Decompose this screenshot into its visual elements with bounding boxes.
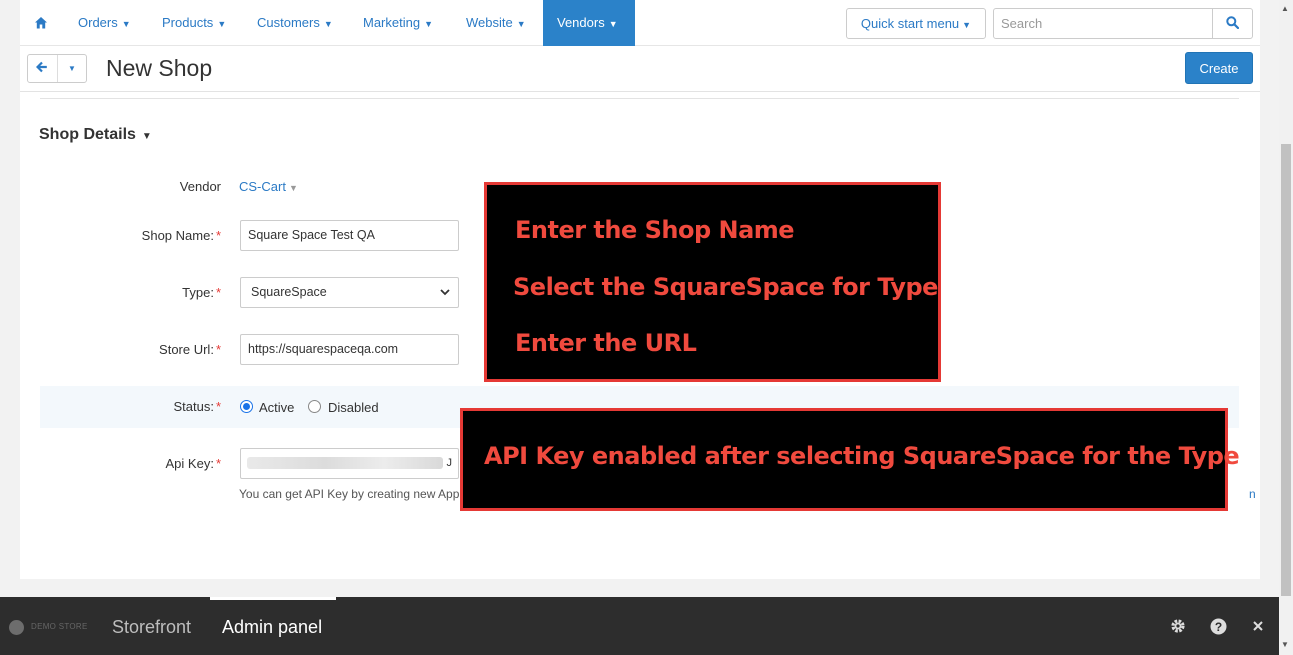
annotation-step-url: Enter the URL [515, 329, 697, 357]
shop-name-label: Shop Name: * [141, 228, 221, 243]
chevron-down-icon: ▼ [288, 183, 298, 193]
nav-products[interactable]: Products ▼ [148, 0, 240, 46]
chevron-down-icon: ▼ [121, 19, 131, 29]
title-bar: ▼ New Shop Create [20, 46, 1260, 92]
demo-store-label: DEMO STORE [31, 622, 88, 631]
chevron-down-icon: ▼ [424, 19, 433, 29]
status-active-radio[interactable] [240, 400, 253, 413]
gear-icon[interactable] [1169, 617, 1187, 635]
api-key-help-link[interactable]: n [1249, 487, 1256, 501]
annotation-step-shop-name: Enter the Shop Name [515, 216, 795, 244]
status-disabled-label: Disabled [328, 400, 379, 415]
chevron-down-icon: ▼ [962, 20, 972, 30]
api-key-help-text: You can get API Key by creating new App [239, 487, 460, 501]
nav-website[interactable]: Website ▼ [452, 0, 540, 46]
back-button-group: ▼ [27, 54, 87, 83]
annotation-api-key-note: API Key enabled after selecting SquareSp… [484, 442, 1240, 470]
divider [40, 98, 1239, 99]
shop-name-input[interactable]: Square Space Test QA [240, 220, 459, 251]
create-button[interactable]: Create [1185, 52, 1253, 84]
arrow-left-icon [36, 61, 48, 76]
nav-customers[interactable]: Customers ▼ [243, 0, 347, 46]
back-button[interactable] [28, 55, 57, 82]
chevron-down-icon: ▼ [516, 19, 526, 29]
svg-text:?: ? [1214, 619, 1221, 633]
status-label: Status: * [173, 399, 221, 414]
annotation-box-api-key: API Key enabled after selecting SquareSp… [460, 408, 1240, 511]
close-icon[interactable] [1249, 617, 1267, 635]
top-navigation: Orders ▼ Products ▼ Customers ▼ Marketing ▼ … [20, 0, 1260, 46]
type-select[interactable]: SquareSpace [240, 277, 459, 308]
chevron-down-icon: ▼ [608, 19, 618, 29]
status-disabled-radio[interactable] [308, 400, 321, 413]
active-tab-indicator [210, 597, 336, 600]
page-title: New Shop [106, 55, 213, 81]
nav-marketing[interactable]: Marketing ▼ [349, 0, 447, 46]
store-url-label: Store Url: * [159, 342, 221, 357]
chevron-down-icon: ▼ [141, 131, 152, 142]
section-title-shop-details[interactable]: Shop Details ▼ [39, 126, 152, 144]
quick-start-menu-button[interactable]: Quick start menu ▼ [846, 8, 986, 39]
annotation-step-type: Select the SquareSpace for Type [513, 273, 938, 301]
storefront-link[interactable]: Storefront [112, 617, 191, 638]
help-icon[interactable]: ? [1209, 617, 1227, 635]
chevron-down-icon: ▼ [217, 19, 227, 29]
nav-vendors[interactable]: Vendors ▼ [543, 0, 635, 46]
vendor-dropdown[interactable]: CS-Cart ▼ [239, 179, 298, 194]
search-button[interactable] [1212, 8, 1253, 39]
scroll-down-icon[interactable]: ▼ [1281, 640, 1289, 649]
search-icon [1226, 15, 1240, 32]
store-url-input[interactable]: https://squarespaceqa.com [240, 334, 459, 365]
scroll-up-icon[interactable]: ▲ [1281, 4, 1289, 13]
bottom-bar: DEMO STORE Storefront Admin panel ? [0, 597, 1279, 655]
annotation-box-form-steps: Enter the Shop Name Select the SquareSpa… [484, 182, 941, 382]
vendor-label: Vendor [179, 179, 221, 194]
api-key-label: Api Key: * [165, 456, 221, 471]
home-icon[interactable] [34, 16, 48, 30]
api-key-input[interactable]: J [240, 448, 459, 479]
nav-orders[interactable]: Orders ▼ [64, 0, 145, 46]
chevron-down-icon: ▼ [68, 64, 76, 73]
history-dropdown-button[interactable]: ▼ [56, 55, 86, 82]
admin-panel-link[interactable]: Admin panel [222, 617, 322, 638]
chevron-down-icon [440, 278, 450, 307]
redacted-value [247, 457, 443, 469]
chevron-down-icon: ▼ [323, 19, 333, 29]
scrollbar-thumb[interactable] [1281, 144, 1291, 596]
type-label: Type: * [182, 285, 221, 300]
search-input[interactable] [993, 8, 1213, 39]
status-active-label: Active [259, 400, 295, 415]
demo-store-logo-icon [9, 620, 24, 635]
